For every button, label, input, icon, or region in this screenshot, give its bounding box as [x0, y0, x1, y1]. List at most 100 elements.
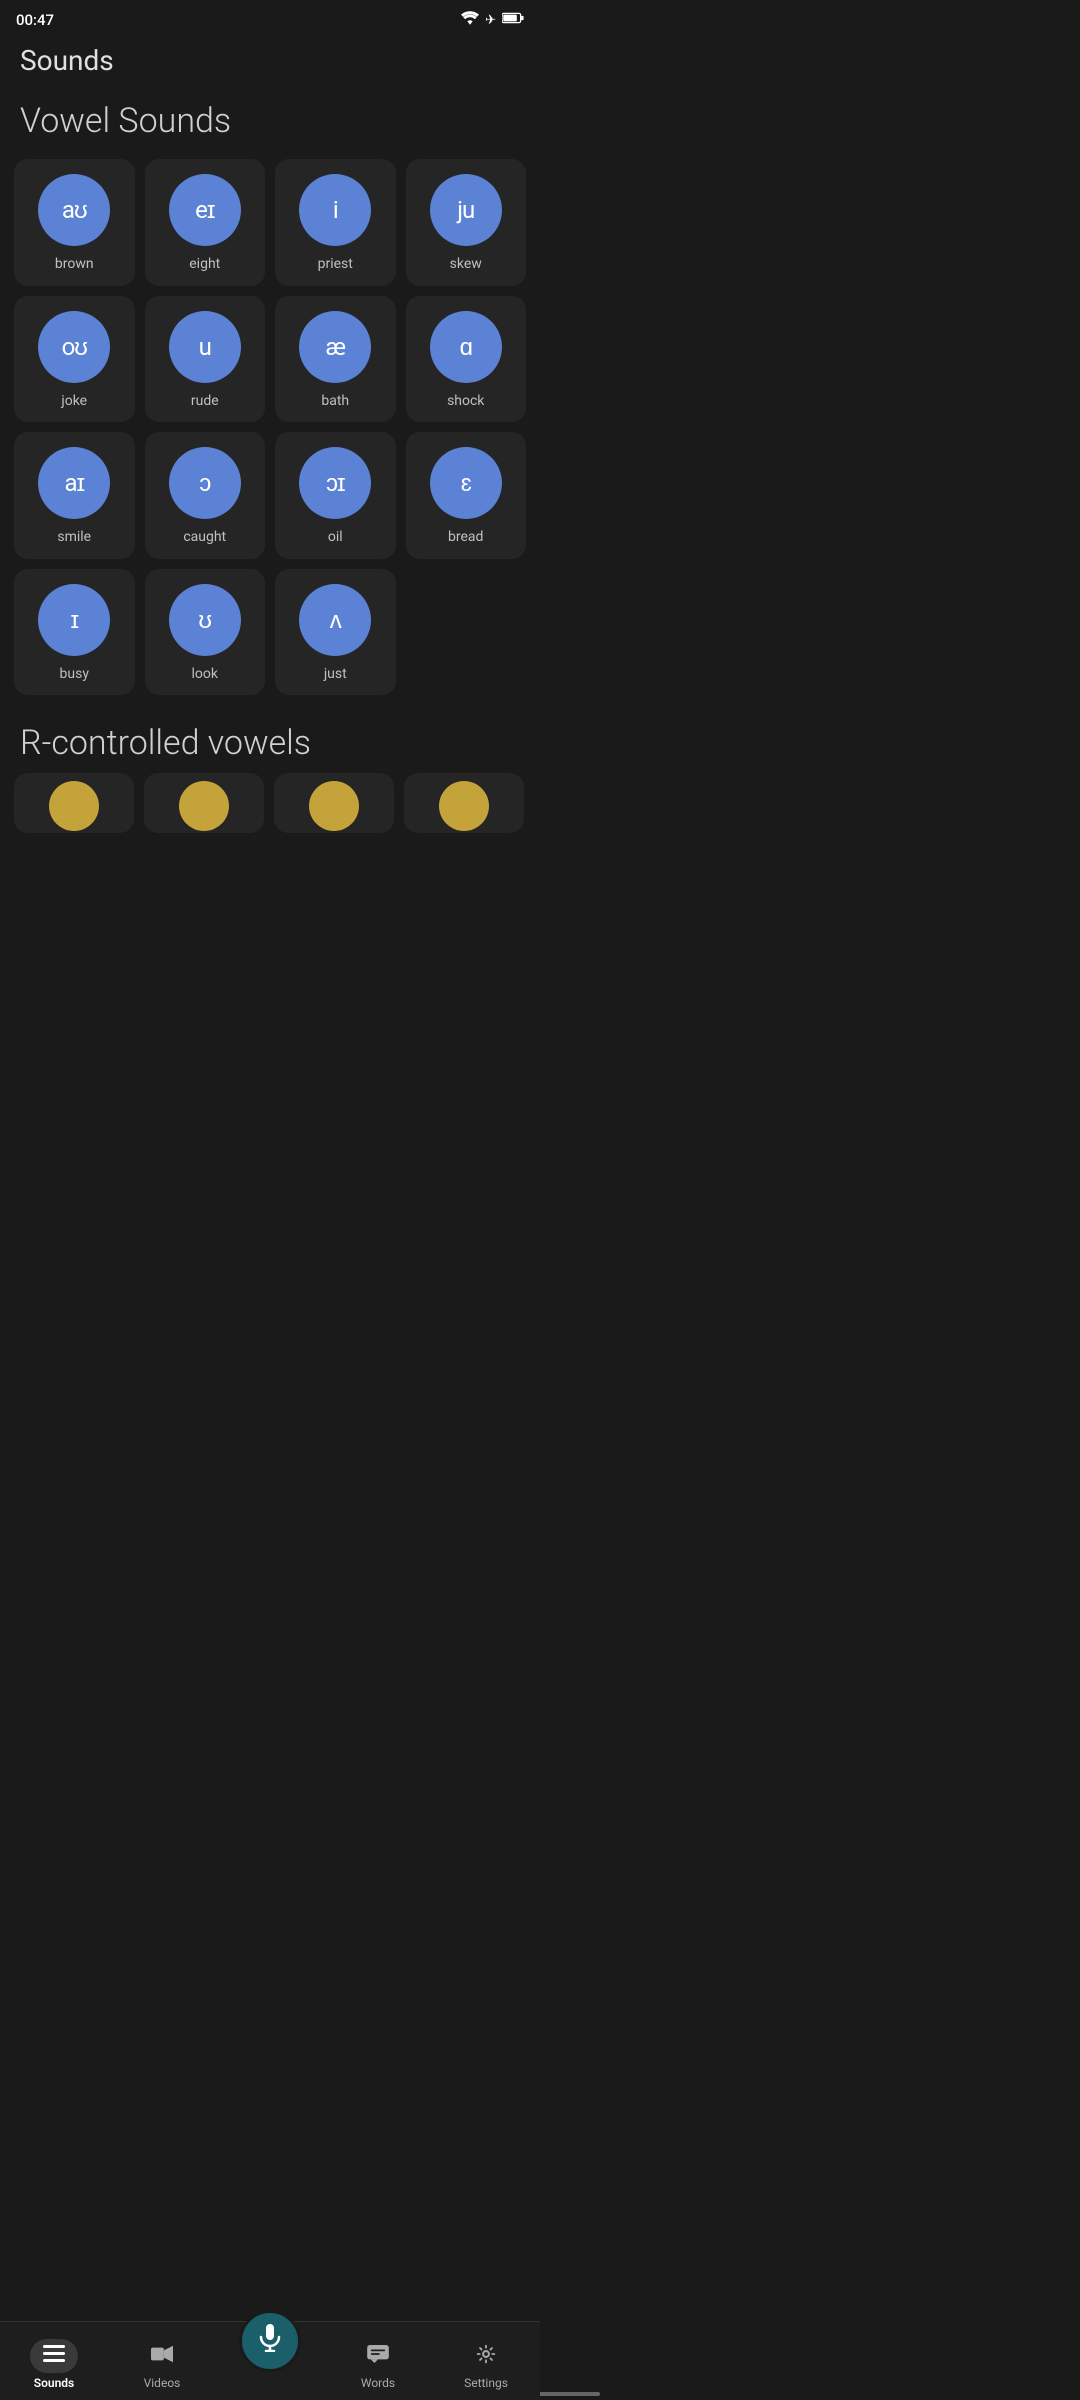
sound-circle-priest: i — [299, 174, 371, 246]
sound-circle-joke: oʊ — [38, 311, 110, 383]
r-circle-1 — [49, 781, 99, 831]
sound-label-look: look — [192, 666, 218, 682]
sound-symbol-rude: u — [199, 335, 211, 359]
nav-icon-videos-wrap — [138, 2339, 186, 2373]
mic-button[interactable] — [239, 2310, 301, 2372]
vowel-grid-row3: aɪ smile ɔ caught ɔɪ oil ɛ bread — [0, 432, 540, 569]
sound-circle-bread: ɛ — [430, 447, 502, 519]
sound-symbol-joke: oʊ — [62, 335, 87, 359]
sound-card-just[interactable]: ʌ just — [275, 569, 396, 696]
sound-circle-look: ʊ — [169, 584, 241, 656]
sound-card-smile[interactable]: aɪ smile — [14, 432, 135, 559]
sound-symbol-brown: aʊ — [62, 198, 87, 222]
nav-item-settings[interactable]: Settings — [432, 2339, 540, 2390]
sound-label-bath: bath — [321, 393, 349, 409]
r-controlled-section: R-controlled vowels — [0, 705, 540, 847]
sound-symbol-look: ʊ — [198, 608, 211, 632]
airplane-icon: ✈ — [485, 13, 496, 28]
r-card-1[interactable] — [14, 773, 134, 833]
vowel-sounds-title: Vowel Sounds — [0, 91, 540, 159]
nav-mic-wrapper[interactable] — [216, 2310, 324, 2372]
r-circle-3 — [309, 781, 359, 831]
nav-item-sounds[interactable]: Sounds — [0, 2339, 108, 2390]
sound-card-priest[interactable]: i priest — [275, 159, 396, 286]
nav-label-words: Words — [361, 2376, 395, 2390]
mic-icon — [258, 2324, 282, 2359]
bottom-nav: Sounds Videos — [0, 2321, 540, 2400]
sound-label-rude: rude — [191, 393, 219, 409]
sound-symbol-priest: i — [333, 198, 338, 222]
r-controlled-title: R-controlled vowels — [0, 705, 540, 773]
r-card-3[interactable] — [274, 773, 394, 833]
sound-card-look[interactable]: ʊ look — [145, 569, 266, 696]
page-title: Sounds — [0, 36, 540, 91]
sound-card-joke[interactable]: oʊ joke — [14, 296, 135, 423]
vowel-grid-row2: oʊ joke u rude æ bath ɑ shock — [0, 296, 540, 433]
sound-circle-smile: aɪ — [38, 447, 110, 519]
sound-card-caught[interactable]: ɔ caught — [145, 432, 266, 559]
sound-circle-brown: aʊ — [38, 174, 110, 246]
sound-label-shock: shock — [447, 393, 484, 409]
empty-slot — [406, 569, 527, 696]
sound-circle-shock: ɑ — [430, 311, 502, 383]
sound-symbol-just: ʌ — [330, 608, 341, 632]
sound-circle-busy: ɪ — [38, 584, 110, 656]
nav-label-videos: Videos — [144, 2376, 181, 2390]
sound-symbol-busy: ɪ — [70, 608, 78, 632]
sound-label-busy: busy — [60, 666, 89, 682]
r-card-2[interactable] — [144, 773, 264, 833]
sound-label-caught: caught — [183, 529, 226, 545]
sound-card-busy[interactable]: ɪ busy — [14, 569, 135, 696]
sound-symbol-caught: ɔ — [199, 471, 210, 495]
sound-card-bath[interactable]: æ bath — [275, 296, 396, 423]
sound-card-brown[interactable]: aʊ brown — [14, 159, 135, 286]
sound-label-smile: smile — [57, 529, 91, 545]
nav-label-sounds: Sounds — [34, 2376, 74, 2390]
sound-card-bread[interactable]: ɛ bread — [406, 432, 527, 559]
sound-circle-skew: ju — [430, 174, 502, 246]
nav-icon-sounds-wrap — [30, 2339, 78, 2373]
wifi-icon — [461, 11, 479, 29]
chat-icon — [367, 2344, 389, 2368]
sound-label-bread: bread — [448, 529, 483, 545]
sound-circle-bath: æ — [299, 311, 371, 383]
sound-card-oil[interactable]: ɔɪ oil — [275, 432, 396, 559]
nav-icon-words-wrap — [354, 2339, 402, 2373]
sound-label-priest: priest — [318, 256, 353, 272]
sound-label-oil: oil — [328, 529, 343, 545]
sound-card-eight[interactable]: eɪ eight — [145, 159, 266, 286]
sound-circle-rude: u — [169, 311, 241, 383]
sound-label-joke: joke — [61, 393, 87, 409]
sound-card-shock[interactable]: ɑ shock — [406, 296, 527, 423]
sound-circle-caught: ɔ — [169, 447, 241, 519]
sound-card-rude[interactable]: u rude — [145, 296, 266, 423]
r-vowels-preview — [0, 773, 540, 847]
sound-label-skew: skew — [450, 256, 482, 272]
sound-symbol-smile: aɪ — [64, 471, 84, 495]
sound-symbol-eight: eɪ — [195, 198, 214, 222]
sound-label-brown: brown — [55, 256, 94, 272]
vowel-grid-row4: ɪ busy ʊ look ʌ just — [0, 569, 540, 706]
nav-item-words[interactable]: Words — [324, 2339, 432, 2390]
sound-label-just: just — [324, 666, 347, 682]
sound-label-eight: eight — [189, 256, 220, 272]
sound-symbol-oil: ɔɪ — [326, 471, 345, 495]
battery-icon — [502, 12, 524, 28]
sound-symbol-bread: ɛ — [461, 471, 471, 495]
sound-card-skew[interactable]: ju skew — [406, 159, 527, 286]
video-icon — [151, 2344, 173, 2368]
sound-circle-oil: ɔɪ — [299, 447, 371, 519]
r-circle-2 — [179, 781, 229, 831]
vowel-sounds-section: Vowel Sounds aʊ brown eɪ eight i priest — [0, 91, 540, 705]
sound-circle-eight: eɪ — [169, 174, 241, 246]
nav-item-videos[interactable]: Videos — [108, 2339, 216, 2390]
list-icon — [43, 2344, 65, 2368]
status-icons: ✈ — [461, 11, 524, 29]
nav-icon-settings-wrap — [462, 2339, 510, 2373]
r-circle-4 — [439, 781, 489, 831]
r-card-4[interactable] — [404, 773, 524, 833]
sound-circle-just: ʌ — [299, 584, 371, 656]
sound-symbol-skew: ju — [457, 198, 474, 222]
nav-label-settings: Settings — [464, 2376, 508, 2390]
status-time: 00:47 — [16, 11, 54, 29]
